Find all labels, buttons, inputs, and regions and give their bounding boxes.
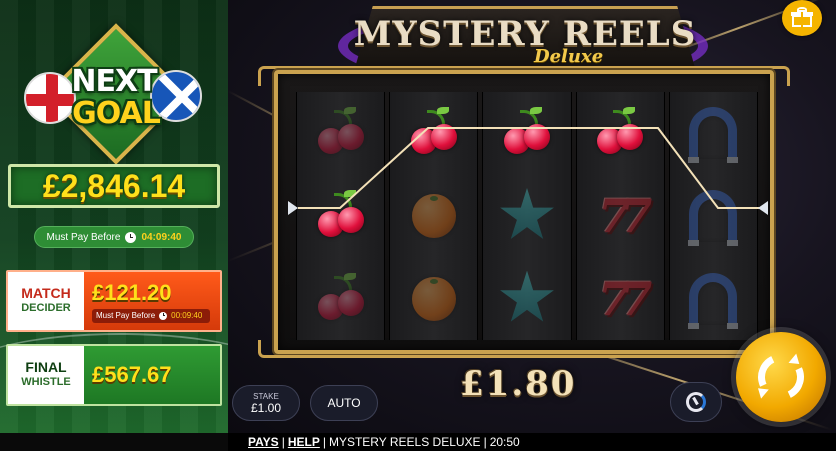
- jackpot-panel: NEXT GOAL £2,846.14 Must Pay Before 04:0…: [0, 0, 228, 433]
- reel-2: [389, 92, 479, 340]
- star-icon: [500, 187, 554, 239]
- cherry-icon: [314, 272, 368, 322]
- reel-1: [296, 92, 386, 340]
- cherry-symbol: [399, 98, 469, 168]
- logo-next-text: NEXT: [71, 64, 157, 99]
- game-title: MYSTERY REELS: [353, 14, 697, 54]
- seven-symbol: 77: [585, 264, 655, 334]
- cherry-symbol: [306, 264, 376, 334]
- final-whistle-title-line1: FINAL: [25, 359, 67, 375]
- bar-separator: |: [281, 435, 285, 449]
- payline-right-marker: [758, 201, 768, 215]
- autoplay-button[interactable]: AUTO: [310, 385, 378, 421]
- orange-icon: [411, 276, 456, 321]
- stake-value: £1.00: [250, 400, 282, 415]
- horseshoe-icon: [688, 272, 739, 329]
- game-subtitle: Deluxe: [534, 46, 604, 67]
- star-icon: [500, 270, 554, 322]
- cherry-icon: [314, 189, 368, 239]
- gift-button[interactable]: [782, 0, 822, 36]
- match-decider-title-line2: DECIDER: [21, 302, 71, 314]
- reel-frame-bottom: [258, 340, 790, 358]
- orange-icon: [411, 193, 456, 238]
- turbo-button[interactable]: [670, 382, 722, 422]
- left-bottom-strip: [0, 433, 228, 451]
- win-amount: £1.80: [460, 364, 577, 404]
- next-goal-amount: £2,846.14: [42, 167, 186, 204]
- seven-icon: 77: [598, 188, 652, 243]
- star-symbol: [492, 264, 562, 334]
- payline-left-marker: [288, 201, 298, 215]
- final-whistle-jackpot: FINAL WHISTLE £567.67: [6, 344, 222, 406]
- final-whistle-amount: £567.67: [92, 362, 172, 387]
- stake-button[interactable]: STAKE £1.00: [232, 385, 300, 421]
- final-whistle-amount-wrap: £567.67: [84, 346, 220, 404]
- horseshoe-icon: [688, 107, 739, 164]
- final-whistle-title: FINAL WHISTLE: [8, 346, 84, 404]
- next-goal-logo: NEXT GOAL: [14, 23, 214, 170]
- match-decider-title-line1: MATCH: [21, 285, 71, 301]
- autoplay-label: AUTO: [327, 396, 361, 410]
- next-goal-must-pay: Must Pay Before 04:09:40: [34, 226, 194, 248]
- cherry-icon: [314, 107, 368, 156]
- orange-symbol: [399, 181, 469, 251]
- must-pay-time: 00:09:40: [171, 311, 203, 320]
- horseshoe-symbol: [678, 98, 748, 168]
- next-goal-jackpot: £2,846.14: [8, 164, 220, 208]
- must-pay-label: Must Pay Before: [96, 311, 156, 320]
- cherry-symbol: [492, 98, 562, 168]
- cherry-symbol: [585, 98, 655, 168]
- match-decider-title: MATCH DECIDER: [8, 272, 84, 330]
- reels: 77 77: [296, 92, 759, 340]
- orange-symbol: [399, 264, 469, 334]
- bar-separator: |: [483, 435, 487, 449]
- final-whistle-title-line2: WHISTLE: [21, 376, 71, 388]
- match-decider-jackpot: MATCH DECIDER £121.20 Must Pay Before 00…: [6, 270, 222, 332]
- horseshoe-symbol: [678, 264, 748, 334]
- reel-3: [482, 92, 572, 340]
- star-symbol: [492, 181, 562, 251]
- spin-button[interactable]: [736, 332, 826, 422]
- pays-link[interactable]: PAYS: [248, 435, 279, 449]
- bottom-bar: PAYS | HELP | MYSTERY REELS DELUXE | 20:…: [228, 433, 836, 451]
- reel-5: [668, 92, 759, 340]
- cherry-icon: [407, 107, 461, 156]
- bar-separator: |: [322, 435, 326, 449]
- game-area: MYSTERY REELS Deluxe 77 77 £1.80 STAKE £1…: [228, 0, 836, 433]
- logo-goal-text: GOAL: [72, 96, 161, 131]
- cherry-symbol: [306, 98, 376, 168]
- speedometer-icon: [686, 392, 706, 412]
- stake-label: STAKE: [253, 391, 279, 401]
- must-pay-time: 04:09:40: [141, 231, 182, 243]
- horseshoe-icon: [688, 189, 739, 246]
- clock: 20:50: [489, 435, 520, 449]
- help-link[interactable]: HELP: [288, 435, 320, 449]
- seven-icon: 77: [598, 271, 652, 326]
- game-name: MYSTERY REELS DELUXE: [328, 435, 481, 449]
- clock-icon: [159, 311, 168, 320]
- seven-symbol: 77: [585, 181, 655, 251]
- spin-arrows-icon: [751, 347, 811, 407]
- gift-icon: [791, 7, 813, 27]
- reel-4: 77 77: [575, 92, 665, 340]
- horseshoe-symbol: [678, 181, 748, 251]
- match-decider-amount: £121.20: [92, 279, 172, 305]
- cherry-icon: [593, 107, 647, 156]
- clock-icon: [125, 231, 137, 243]
- cherry-symbol: [306, 181, 376, 251]
- must-pay-label: Must Pay Before: [46, 231, 121, 243]
- match-decider-must-pay: Must Pay Before 00:09:40: [92, 308, 210, 323]
- match-decider-amount-wrap: £121.20 Must Pay Before 00:09:40: [84, 272, 220, 330]
- cherry-icon: [500, 107, 554, 156]
